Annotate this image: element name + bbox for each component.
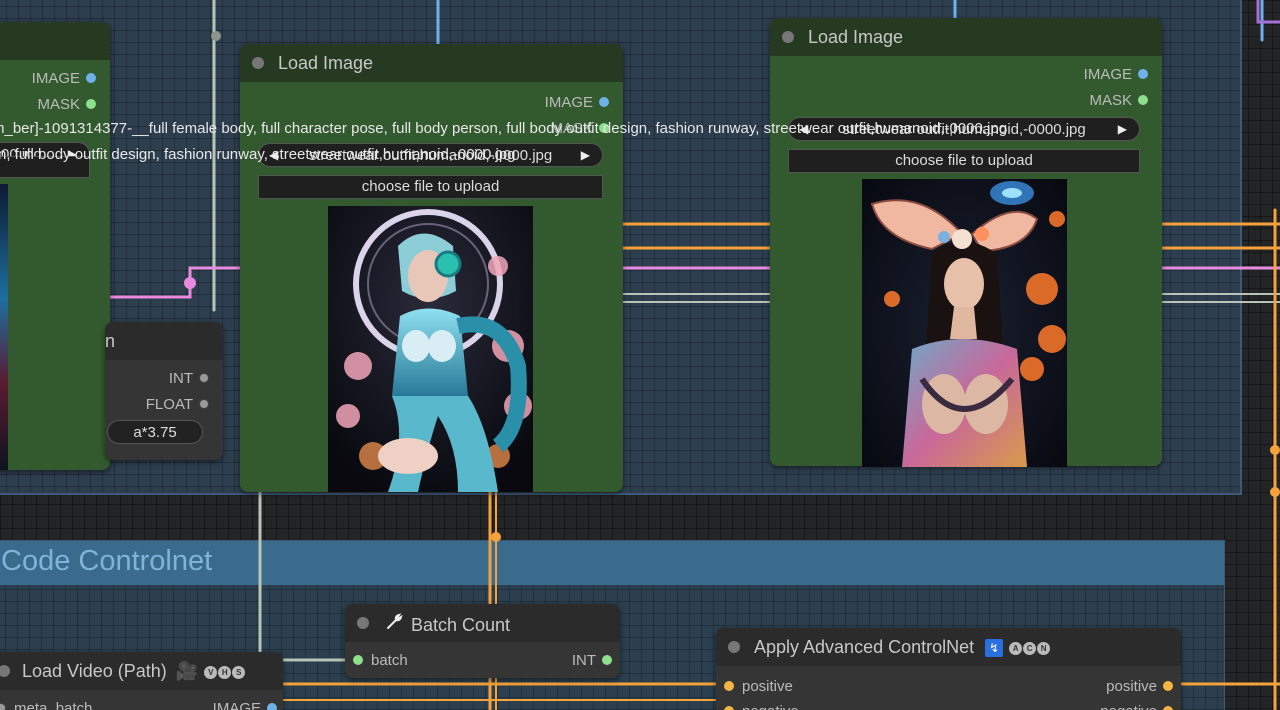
port-icon[interactable] bbox=[86, 99, 96, 110]
port-icon[interactable] bbox=[86, 73, 96, 84]
wrench-icon bbox=[385, 613, 403, 636]
port-icon[interactable] bbox=[353, 655, 363, 666]
port-icon[interactable] bbox=[602, 655, 612, 666]
output-image[interactable]: IMAGE bbox=[213, 700, 277, 710]
output-negative[interactable]: negative bbox=[1100, 703, 1173, 710]
node-header[interactable]: Load Image bbox=[770, 18, 1162, 56]
port-icon[interactable] bbox=[1138, 69, 1148, 80]
expression-field[interactable]: a*3.75 bbox=[107, 420, 203, 444]
node-title: Apply Advanced ControlNet ↯ ACN bbox=[754, 637, 1051, 658]
image-preview bbox=[862, 179, 1067, 467]
arrow-right-icon[interactable]: ▶ bbox=[581, 148, 590, 162]
node-load-video[interactable]: Load Video (Path) 🎥 VHS meta_batch IMAGE bbox=[0, 652, 283, 710]
output-positive[interactable]: positive bbox=[1106, 678, 1173, 695]
port-icon[interactable] bbox=[599, 97, 609, 108]
output-image[interactable]: IMAGE bbox=[32, 70, 96, 87]
node-header[interactable]: Apply Advanced ControlNet ↯ ACN bbox=[716, 628, 1181, 666]
collapse-dot[interactable] bbox=[728, 641, 740, 653]
port-icon[interactable] bbox=[724, 681, 734, 692]
input-batch[interactable]: batch bbox=[353, 652, 408, 669]
node-batch-count[interactable]: Batch Count batch INT bbox=[345, 604, 620, 678]
upload-button[interactable]: choose file to upload bbox=[788, 149, 1140, 173]
input-positive[interactable]: positive bbox=[724, 678, 793, 695]
controlnet-icon: ↯ bbox=[985, 639, 1004, 658]
film-camera-icon: 🎥 bbox=[175, 661, 199, 681]
node-header[interactable]: Load Image bbox=[240, 44, 623, 82]
output-image[interactable]: IMAGE bbox=[545, 94, 609, 111]
node-apply-advanced-controlnet[interactable]: Apply Advanced ControlNet ↯ ACN positive… bbox=[716, 628, 1181, 710]
port-icon[interactable] bbox=[0, 703, 6, 710]
port-icon[interactable] bbox=[724, 706, 734, 710]
port-icon[interactable] bbox=[1138, 95, 1148, 106]
collapse-dot[interactable] bbox=[252, 57, 264, 69]
output-int[interactable]: INT bbox=[572, 652, 612, 669]
port-icon[interactable] bbox=[199, 373, 209, 384]
node-math-expression[interactable]: n INT FLOAT a*3.75 bbox=[105, 322, 223, 460]
node-title: Load Image bbox=[808, 27, 904, 47]
output-int[interactable]: INT bbox=[169, 370, 209, 387]
port-icon[interactable] bbox=[1163, 706, 1173, 710]
arrow-right-icon[interactable]: ▶ bbox=[1118, 122, 1127, 136]
output-mask[interactable]: MASK bbox=[1089, 92, 1148, 109]
node-load-image-left[interactable]: IMAGE MASK 00.jpg ▶ bbox=[0, 22, 110, 470]
output-mask[interactable]: MASK bbox=[37, 96, 96, 113]
port-icon[interactable] bbox=[1163, 681, 1173, 692]
node-header[interactable] bbox=[0, 22, 110, 60]
output-image[interactable]: IMAGE bbox=[1084, 66, 1148, 83]
node-header[interactable]: n bbox=[105, 322, 223, 360]
collapse-dot[interactable] bbox=[357, 617, 369, 629]
input-negative[interactable]: negative bbox=[724, 703, 799, 710]
node-title: Load Video (Path) 🎥 VHS bbox=[22, 661, 246, 682]
node-header[interactable]: Load Video (Path) 🎥 VHS bbox=[0, 652, 283, 690]
upload-button[interactable]: choose file to upload bbox=[258, 175, 603, 199]
collapse-dot[interactable] bbox=[782, 31, 794, 43]
node-load-image-1[interactable]: Load Image IMAGE MASK ◀ streetwear outfi… bbox=[240, 44, 623, 492]
node-title: Load Image bbox=[278, 53, 374, 73]
input-meta-batch[interactable]: meta_batch bbox=[0, 700, 92, 710]
filename-tooltip-2: n, full body outfit design, fashion runw… bbox=[0, 146, 516, 163]
node-title: Batch Count bbox=[385, 613, 510, 636]
port-icon[interactable] bbox=[199, 399, 209, 410]
node-load-image-2[interactable]: Load Image IMAGE MASK ◀ streetwear outfi… bbox=[770, 18, 1162, 467]
image-preview bbox=[328, 206, 533, 492]
output-float[interactable]: FLOAT bbox=[146, 396, 209, 413]
node-header[interactable]: Batch Count bbox=[345, 604, 620, 642]
image-preview bbox=[0, 184, 8, 470]
collapse-dot[interactable] bbox=[0, 665, 10, 677]
port-icon[interactable] bbox=[267, 703, 277, 710]
filename-tooltip: m_ber]-1091314377-__full female body, fu… bbox=[0, 120, 1008, 137]
node-canvas[interactable]: Code Controlnet IMAGE MASK 00.jpg ▶ n IN… bbox=[0, 0, 1280, 710]
